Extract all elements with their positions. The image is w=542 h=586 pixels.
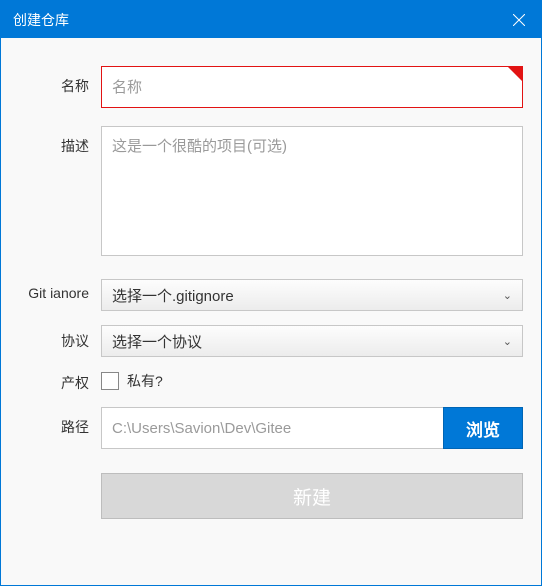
create-button[interactable]: 新建 xyxy=(101,473,523,519)
desc-textarea[interactable] xyxy=(101,126,523,256)
dialog-body: 名称 描述 Git ianore 选择一个.gitignore ⌄ 协议 xyxy=(1,38,541,585)
gitignore-label: Git ianore xyxy=(19,279,101,301)
license-selected: 选择一个协议 xyxy=(112,331,202,352)
private-checkbox[interactable] xyxy=(101,372,119,390)
path-input[interactable] xyxy=(101,407,443,449)
chevron-down-icon: ⌄ xyxy=(503,335,512,348)
ownership-label: 产权 xyxy=(19,371,101,393)
name-label: 名称 xyxy=(19,66,101,96)
gitignore-select[interactable]: 选择一个.gitignore ⌄ xyxy=(101,279,523,311)
desc-label: 描述 xyxy=(19,126,101,156)
browse-button[interactable]: 浏览 xyxy=(443,407,523,449)
chevron-down-icon: ⌄ xyxy=(503,289,512,302)
path-label: 路径 xyxy=(19,407,101,437)
close-button[interactable] xyxy=(496,1,541,38)
create-repo-dialog: 创建仓库 名称 描述 Git ianore 选择一个.gitignore ⌄ xyxy=(0,0,542,586)
license-label: 协议 xyxy=(19,325,101,351)
gitignore-selected: 选择一个.gitignore xyxy=(112,285,234,306)
required-flag-icon xyxy=(508,67,522,81)
license-select[interactable]: 选择一个协议 ⌄ xyxy=(101,325,523,357)
name-input[interactable] xyxy=(101,66,523,108)
window-title: 创建仓库 xyxy=(13,10,69,30)
close-icon xyxy=(513,14,525,26)
private-checkbox-label: 私有? xyxy=(127,371,163,391)
titlebar: 创建仓库 xyxy=(1,1,541,38)
